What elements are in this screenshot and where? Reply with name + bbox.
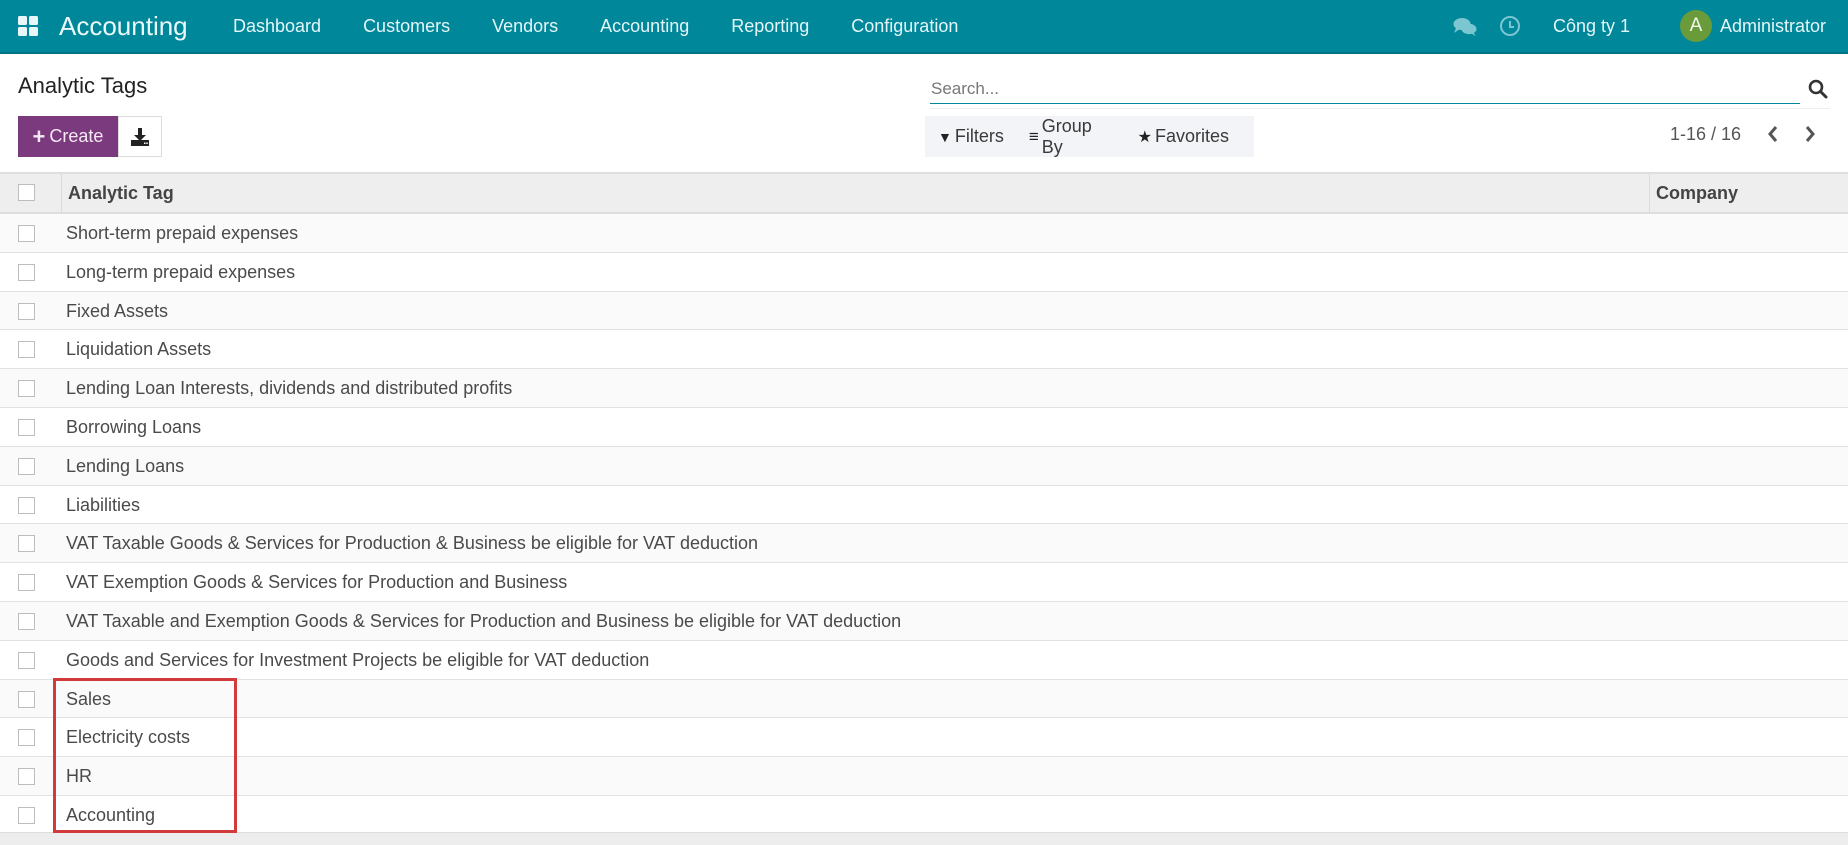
table-row[interactable]: HR	[0, 757, 1848, 796]
favorites-label: Favorites	[1154, 126, 1229, 146]
cell-analytic-tag: Lending Loans	[66, 455, 185, 476]
row-checkbox[interactable]	[18, 380, 35, 398]
cell-analytic-tag: HR	[66, 766, 92, 787]
chevron-left-icon[interactable]	[1764, 122, 1782, 146]
row-checkbox[interactable]	[18, 263, 35, 281]
menu-item-dashboard[interactable]: Dashboard	[233, 0, 321, 52]
search-divider	[930, 108, 1830, 109]
cell-analytic-tag: Short-term prepaid expenses	[66, 223, 299, 243]
row-checkbox[interactable]	[18, 341, 35, 359]
user-avatar[interactable]: A	[1680, 10, 1712, 42]
table-body: Short-term prepaid expenses Long-term pre…	[0, 214, 1848, 835]
download-icon	[131, 128, 149, 146]
table-row[interactable]: Accounting	[0, 795, 1848, 835]
menu-item-customers[interactable]: Customers	[363, 0, 450, 52]
cell-analytic-tag: Goods and Services for Investment Projec…	[66, 649, 650, 670]
group-by-button[interactable]: ≡ Group By	[1029, 116, 1113, 158]
group-by-label: Group By	[1041, 115, 1092, 157]
apps-grid-icon[interactable]	[18, 16, 38, 36]
search-options-bar: ▼ Filters ≡ Group By ★ Favorites	[925, 116, 1254, 157]
cell-analytic-tag: Liabilities	[66, 494, 141, 515]
cell-analytic-tag: Fixed Assets	[66, 300, 169, 321]
cell-analytic-tag: Electricity costs	[66, 727, 191, 748]
star-icon: ★	[1137, 128, 1152, 146]
cell-analytic-tag: VAT Taxable Goods & Services for Product…	[66, 533, 759, 554]
row-checkbox[interactable]	[18, 729, 35, 747]
select-all-checkbox[interactable]	[18, 184, 35, 201]
cell-analytic-tag: Accounting	[66, 804, 156, 825]
table-row[interactable]: VAT Taxable and Exemption Goods & Servic…	[0, 601, 1848, 641]
search-bar	[930, 75, 1800, 104]
menu-item-reporting[interactable]: Reporting	[731, 0, 809, 52]
menu-item-vendors[interactable]: Vendors	[492, 0, 558, 52]
table-row[interactable]: Fixed Assets	[0, 291, 1848, 331]
row-checkbox[interactable]	[18, 612, 35, 630]
search-icon[interactable]	[1808, 79, 1828, 99]
menu-item-configuration[interactable]: Configuration	[851, 0, 958, 52]
row-checkbox[interactable]	[18, 768, 35, 786]
row-checkbox[interactable]	[18, 225, 35, 242]
cell-analytic-tag: Borrowing Loans	[66, 416, 202, 437]
cell-analytic-tag: VAT Exemption Goods & Services for Produ…	[66, 572, 568, 593]
row-checkbox[interactable]	[18, 535, 35, 553]
table-row[interactable]: Borrowing Loans	[0, 407, 1848, 447]
column-header-analytic-tag[interactable]: Analytic Tag	[61, 174, 1649, 212]
menu-item-accounting[interactable]: Accounting	[600, 0, 689, 52]
table-row[interactable]: Sales	[0, 679, 1848, 719]
table-row[interactable]: Long-term prepaid expenses	[0, 252, 1848, 292]
download-button[interactable]	[118, 116, 162, 157]
create-button[interactable]: + Create	[18, 116, 118, 157]
column-header-company[interactable]: Company	[1649, 174, 1848, 212]
row-checkbox[interactable]	[18, 651, 35, 669]
row-checkbox[interactable]	[18, 302, 35, 320]
table-row[interactable]: Liabilities	[0, 485, 1848, 525]
user-menu[interactable]: Administrator	[1720, 0, 1826, 52]
favorites-button[interactable]: ★ Favorites	[1138, 126, 1229, 147]
page-title: Analytic Tags	[18, 73, 148, 98]
row-checkbox[interactable]	[18, 496, 35, 514]
cell-analytic-tag: Sales	[66, 688, 112, 709]
app-brand[interactable]: Accounting	[59, 9, 188, 43]
plus-icon: +	[32, 123, 46, 149]
top-navbar: Accounting Dashboard Customers Vendors A…	[0, 0, 1848, 54]
filters-button[interactable]: ▼ Filters	[938, 126, 1004, 147]
table-footer	[0, 832, 1848, 845]
table-row[interactable]: Lending Loan Interests, dividends and di…	[0, 369, 1848, 408]
table-row[interactable]: Liquidation Assets	[0, 330, 1848, 370]
pager-value[interactable]: 1-16 / 16	[1670, 124, 1741, 145]
list-bars-icon: ≡	[1028, 126, 1039, 146]
row-checkbox[interactable]	[18, 418, 35, 436]
row-checkbox[interactable]	[18, 457, 35, 475]
table-row[interactable]: Goods and Services for Investment Projec…	[0, 640, 1848, 680]
chat-icon[interactable]	[1453, 17, 1477, 37]
table-row[interactable]: VAT Taxable Goods & Services for Product…	[0, 524, 1848, 564]
activity-clock-icon[interactable]	[1500, 16, 1520, 36]
table-header: Analytic Tag Company	[0, 172, 1848, 214]
table-row[interactable]: Short-term prepaid expenses	[0, 214, 1848, 253]
row-checkbox[interactable]	[18, 574, 35, 592]
cell-analytic-tag: VAT Taxable and Exemption Goods & Servic…	[66, 610, 902, 631]
table-row[interactable]: VAT Exemption Goods & Services for Produ…	[0, 563, 1848, 602]
row-checkbox[interactable]	[18, 690, 35, 708]
cell-analytic-tag: Lending Loan Interests, dividends and di…	[66, 378, 513, 399]
company-switcher[interactable]: Công ty 1	[1553, 0, 1630, 52]
create-button-label: Create	[49, 126, 104, 146]
search-input[interactable]	[930, 75, 1800, 103]
main-menu: Dashboard Customers Vendors Accounting R…	[233, 0, 1000, 52]
cell-analytic-tag: Long-term prepaid expenses	[66, 261, 296, 282]
cell-analytic-tag: Liquidation Assets	[66, 339, 212, 360]
row-checkbox[interactable]	[18, 806, 35, 824]
chevron-right-icon[interactable]	[1801, 122, 1819, 146]
table-row[interactable]: Electricity costs	[0, 718, 1848, 758]
filter-funnel-icon: ▼	[938, 128, 952, 145]
table-row[interactable]: Lending Loans	[0, 446, 1848, 486]
filters-label: Filters	[954, 126, 1004, 146]
